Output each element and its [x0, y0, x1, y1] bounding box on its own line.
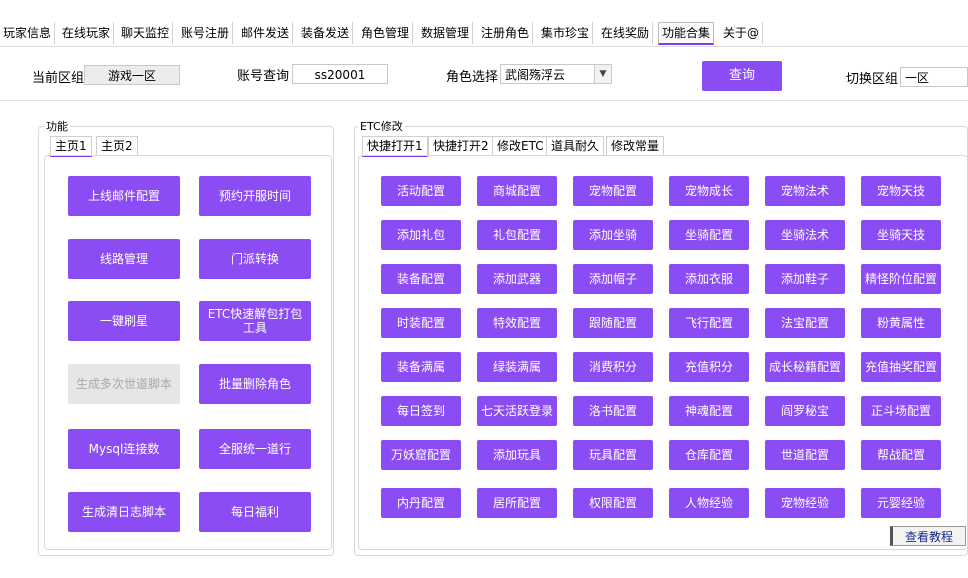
etc-tab-1[interactable]: 快捷打开1: [362, 136, 428, 157]
top-tab-7[interactable]: 角色管理: [358, 22, 414, 44]
switch-region-label: 切换区组: [846, 72, 899, 87]
etc-button-18[interactable]: 精怪阶位配置: [861, 264, 941, 294]
account-label: 账号查询: [237, 69, 290, 84]
top-tab-1[interactable]: 玩家信息: [0, 22, 56, 44]
etc-button-3[interactable]: 宠物配置: [573, 176, 653, 206]
switch-region-select[interactable]: 一区: [900, 67, 968, 87]
etc-button-44[interactable]: 居所配置: [477, 488, 557, 518]
etc-button-4[interactable]: 宠物成长: [669, 176, 749, 206]
etc-button-20[interactable]: 特效配置: [477, 308, 557, 338]
etc-button-23[interactable]: 法宝配置: [765, 308, 845, 338]
etc-button-6[interactable]: 宠物天技: [861, 176, 941, 206]
view-tutorial-button[interactable]: 查看教程: [890, 526, 966, 546]
etc-button-16[interactable]: 添加衣服: [669, 264, 749, 294]
function-group-title: 功能: [44, 118, 70, 134]
etc-button-41[interactable]: 世道配置: [765, 440, 845, 470]
function-button-1[interactable]: 上线邮件配置: [68, 176, 180, 216]
etc-button-28[interactable]: 充值积分: [669, 352, 749, 382]
etc-button-7[interactable]: 添加礼包: [381, 220, 461, 250]
function-button-2[interactable]: 预约开服时间: [199, 176, 311, 216]
top-tab-9[interactable]: 注册角色: [478, 22, 534, 44]
switch-region-value: 一区: [905, 71, 930, 85]
role-select-value: 武阁殇浮云: [505, 68, 566, 82]
function-button-12[interactable]: 每日福利: [199, 492, 311, 532]
etc-button-26[interactable]: 绿装满属: [477, 352, 557, 382]
chevron-down-icon[interactable]: ▼: [594, 65, 611, 83]
function-tab-1[interactable]: 主页1: [50, 136, 92, 157]
top-tab-2[interactable]: 在线玩家: [59, 22, 115, 44]
etc-tab-4[interactable]: 道具耐久: [546, 136, 605, 155]
function-button-7: 生成多次世道脚本: [68, 364, 180, 404]
etc-button-29[interactable]: 成长秘籍配置: [765, 352, 845, 382]
etc-button-5[interactable]: 宠物法术: [765, 176, 845, 206]
etc-button-30[interactable]: 充值抽奖配置: [861, 352, 941, 382]
etc-button-48[interactable]: 元婴经验: [861, 488, 941, 518]
function-button-3[interactable]: 线路管理: [68, 239, 180, 279]
etc-button-47[interactable]: 宠物经验: [765, 488, 845, 518]
etc-button-9[interactable]: 添加坐骑: [573, 220, 653, 250]
etc-button-2[interactable]: 商城配置: [477, 176, 557, 206]
etc-tab-5[interactable]: 修改常量: [606, 136, 665, 155]
role-select[interactable]: 武阁殇浮云 ▼: [500, 64, 612, 84]
etc-button-27[interactable]: 消费积分: [573, 352, 653, 382]
etc-button-11[interactable]: 坐骑法术: [765, 220, 845, 250]
etc-button-39[interactable]: 玩具配置: [573, 440, 653, 470]
etc-button-32[interactable]: 七天活跃登录: [477, 396, 557, 426]
etc-button-33[interactable]: 洛书配置: [573, 396, 653, 426]
top-tab-4[interactable]: 账号注册: [178, 22, 234, 44]
etc-button-17[interactable]: 添加鞋子: [765, 264, 845, 294]
etc-button-43[interactable]: 内丹配置: [381, 488, 461, 518]
etc-button-36[interactable]: 正斗场配置: [861, 396, 941, 426]
top-tab-bar: 玩家信息 在线玩家 聊天监控 账号注册 邮件发送 装备发送 角色管理 数据管理 注册角色 集市珍宝…: [0, 22, 968, 47]
etc-button-12[interactable]: 坐骑天技: [861, 220, 941, 250]
etc-button-38[interactable]: 添加玩具: [477, 440, 557, 470]
etc-button-25[interactable]: 装备满属: [381, 352, 461, 382]
etc-button-13[interactable]: 装备配置: [381, 264, 461, 294]
query-button[interactable]: 查询: [702, 61, 782, 91]
function-button-9[interactable]: Mysql连接数: [68, 429, 180, 469]
etc-button-22[interactable]: 飞行配置: [669, 308, 749, 338]
function-tab-2[interactable]: 主页2: [96, 136, 138, 155]
function-button-11[interactable]: 生成清日志脚本: [68, 492, 180, 532]
top-tab-13[interactable]: 关于@: [720, 22, 764, 44]
etc-button-14[interactable]: 添加武器: [477, 264, 557, 294]
etc-tab-3[interactable]: 修改ETC: [492, 136, 549, 155]
etc-button-42[interactable]: 帮战配置: [861, 440, 941, 470]
etc-button-45[interactable]: 权限配置: [573, 488, 653, 518]
etc-button-31[interactable]: 每日签到: [381, 396, 461, 426]
top-tab-12[interactable]: 功能合集: [658, 22, 715, 45]
top-tab-3[interactable]: 聊天监控: [118, 22, 174, 44]
etc-button-8[interactable]: 礼包配置: [477, 220, 557, 250]
account-input[interactable]: ss20001: [292, 64, 388, 84]
top-tab-5[interactable]: 邮件发送: [238, 22, 294, 44]
etc-tab-2[interactable]: 快捷打开2: [428, 136, 494, 155]
region-display: 游戏一区: [84, 65, 180, 85]
top-tab-6[interactable]: 装备发送: [298, 22, 354, 44]
function-button-6[interactable]: ETC快速解包打包工具: [199, 301, 311, 341]
etc-button-35[interactable]: 阎罗秘宝: [765, 396, 845, 426]
header-divider: [0, 100, 968, 101]
etc-button-1[interactable]: 活动配置: [381, 176, 461, 206]
top-tab-11[interactable]: 在线奖励: [598, 22, 654, 44]
etc-button-46[interactable]: 人物经验: [669, 488, 749, 518]
etc-button-37[interactable]: 万妖窟配置: [381, 440, 461, 470]
top-tab-8[interactable]: 数据管理: [418, 22, 474, 44]
etc-button-10[interactable]: 坐骑配置: [669, 220, 749, 250]
etc-button-24[interactable]: 粉黄属性: [861, 308, 941, 338]
role-label: 角色选择: [446, 70, 499, 85]
top-tab-10[interactable]: 集市珍宝: [538, 22, 594, 44]
function-button-5[interactable]: 一键刷星: [68, 301, 180, 341]
function-button-8[interactable]: 批量删除角色: [199, 364, 311, 404]
etc-button-34[interactable]: 神魂配置: [669, 396, 749, 426]
etc-button-21[interactable]: 跟随配置: [573, 308, 653, 338]
etc-button-15[interactable]: 添加帽子: [573, 264, 653, 294]
etc-button-19[interactable]: 时装配置: [381, 308, 461, 338]
etc-button-40[interactable]: 仓库配置: [669, 440, 749, 470]
etc-group-title: ETC修改: [358, 118, 405, 134]
function-button-4[interactable]: 门派转换: [199, 239, 311, 279]
function-button-10[interactable]: 全服统一道行: [199, 429, 311, 469]
region-label: 当前区组: [32, 71, 85, 86]
